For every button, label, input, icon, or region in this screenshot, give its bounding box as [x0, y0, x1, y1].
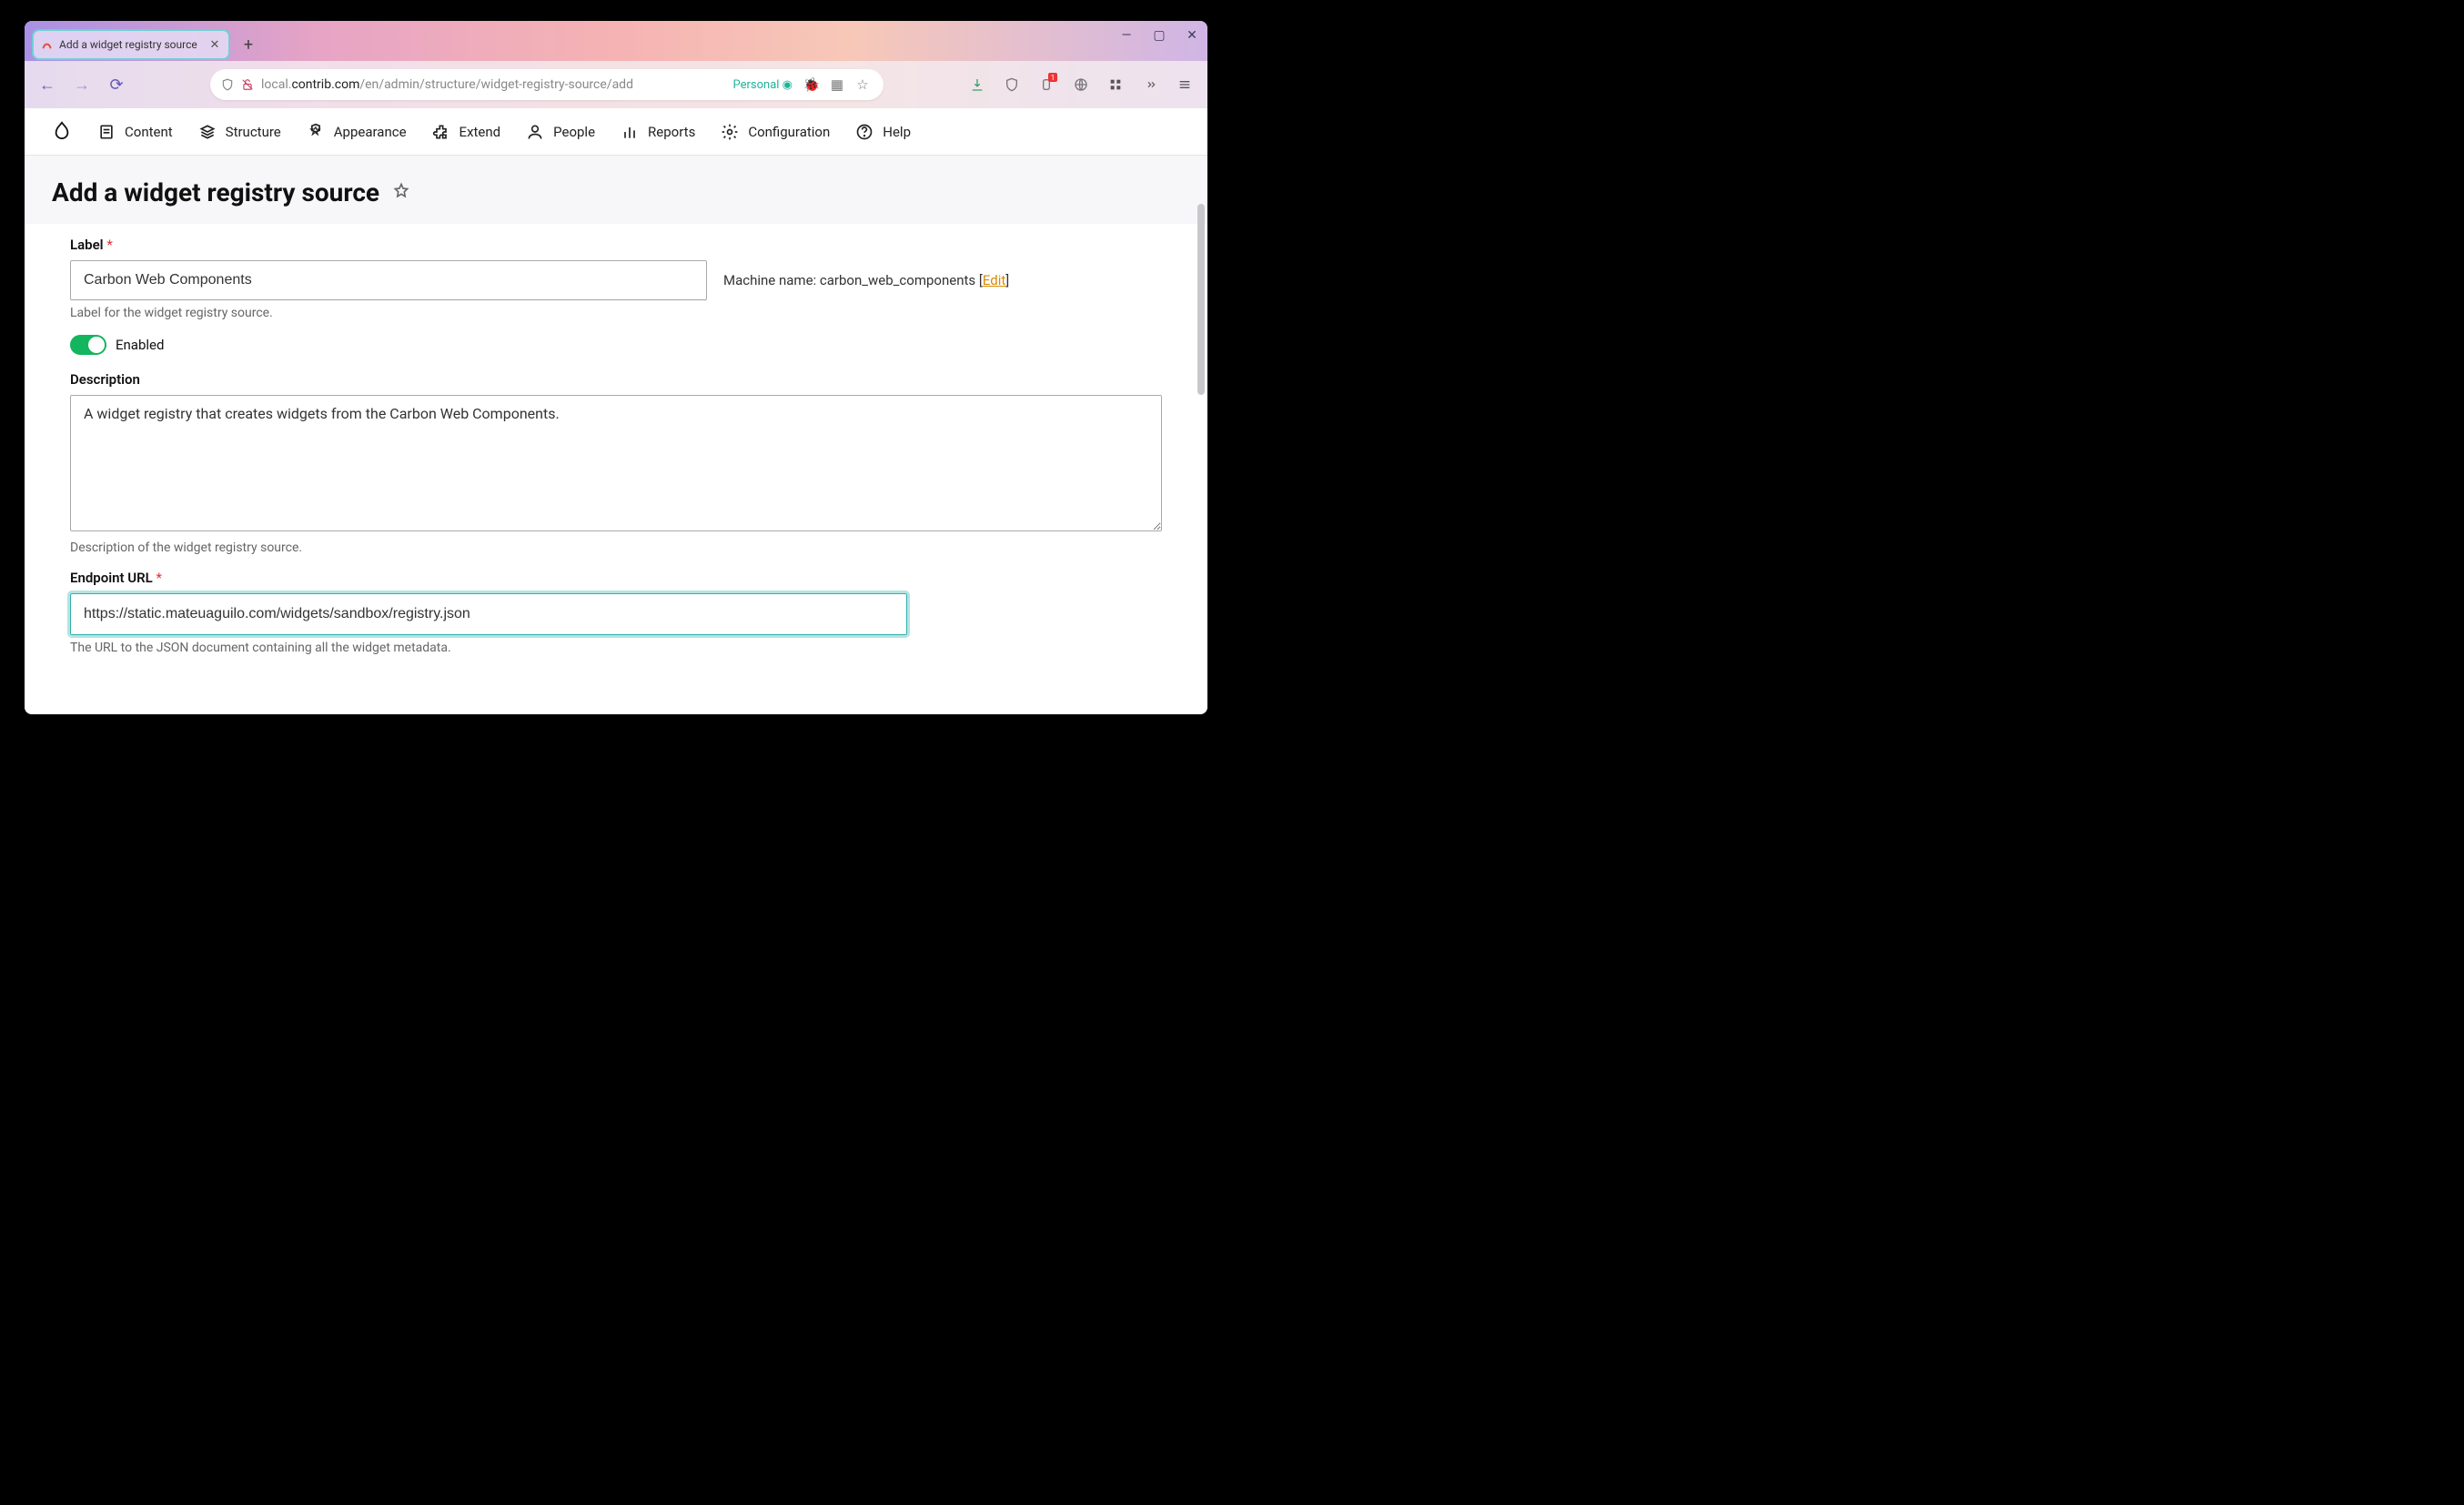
- notification-icon[interactable]: 1: [1033, 71, 1060, 98]
- nav-help[interactable]: Help: [855, 123, 911, 141]
- nav-label: Appearance: [334, 124, 407, 140]
- tab-title: Add a widget registry source: [59, 38, 203, 51]
- nav-label: Extend: [459, 124, 501, 140]
- bug-icon[interactable]: 🐞: [802, 76, 822, 93]
- forward-button[interactable]: →: [68, 71, 96, 98]
- page-content: Content Structure Appearance Extend Peop…: [25, 108, 1207, 714]
- description-label: Description: [70, 371, 1162, 388]
- tab-favicon-icon: [41, 38, 54, 51]
- label-input[interactable]: [70, 260, 707, 300]
- nav-people[interactable]: People: [526, 123, 595, 141]
- enabled-label: Enabled: [116, 337, 164, 353]
- maximize-icon[interactable]: ▢: [1151, 28, 1167, 43]
- field-label: Label * Machine name: carbon_web_compone…: [70, 237, 1162, 320]
- container-label[interactable]: Personal ◉: [729, 78, 796, 92]
- machine-name-display: Machine name: carbon_web_components [Edi…: [723, 272, 1009, 288]
- reload-button[interactable]: ⟳: [103, 71, 130, 98]
- field-endpoint: Endpoint URL * The URL to the JSON docum…: [70, 570, 1162, 655]
- form-area: Label * Machine name: carbon_web_compone…: [25, 224, 1207, 688]
- drupal-logo-icon[interactable]: [52, 120, 72, 144]
- adblock-icon[interactable]: [998, 71, 1025, 98]
- browser-tab[interactable]: Add a widget registry source ✕: [32, 29, 230, 60]
- minimize-icon[interactable]: —: [1118, 28, 1135, 43]
- new-tab-button[interactable]: +: [236, 32, 261, 57]
- label-label: Label *: [70, 237, 1162, 253]
- overflow-icon[interactable]: [1136, 71, 1164, 98]
- nav-configuration[interactable]: Configuration: [721, 123, 830, 141]
- nav-content[interactable]: Content: [97, 123, 173, 141]
- menu-icon[interactable]: [1171, 71, 1198, 98]
- tab-bar: Add a widget registry source ✕ +: [25, 21, 1207, 61]
- globe-icon[interactable]: [1067, 71, 1095, 98]
- nav-appearance[interactable]: Appearance: [307, 123, 407, 141]
- close-window-icon[interactable]: ✕: [1184, 28, 1200, 43]
- label-help-text: Label for the widget registry source.: [70, 306, 1162, 320]
- qr-icon[interactable]: ▦: [827, 76, 847, 93]
- browser-toolbar: ← → ⟳ local.contrib.com/en/admin/structu…: [25, 61, 1207, 108]
- nav-label: Help: [883, 124, 911, 140]
- admin-nav-bar: Content Structure Appearance Extend Peop…: [25, 108, 1207, 156]
- notification-badge: 1: [1048, 73, 1057, 82]
- browser-window: Add a widget registry source ✕ + — ▢ ✕ ←…: [25, 21, 1207, 714]
- endpoint-label: Endpoint URL *: [70, 570, 1162, 586]
- insecure-icon[interactable]: [241, 78, 254, 91]
- nav-label: Configuration: [748, 124, 830, 140]
- window-controls: — ▢ ✕: [1118, 28, 1200, 43]
- machine-name-edit-link[interactable]: Edit: [983, 272, 1005, 288]
- endpoint-url-input[interactable]: [70, 593, 907, 635]
- nav-extend[interactable]: Extend: [432, 123, 501, 141]
- nav-label: Structure: [226, 124, 281, 140]
- enabled-toggle[interactable]: [70, 335, 106, 355]
- shield-icon[interactable]: [221, 78, 234, 91]
- toggle-knob: [88, 337, 105, 353]
- url-text: local.contrib.com/en/admin/structure/wid…: [261, 77, 722, 92]
- nav-label: Reports: [648, 124, 695, 140]
- url-bar[interactable]: local.contrib.com/en/admin/structure/wid…: [210, 69, 884, 100]
- nav-label: People: [553, 124, 595, 140]
- field-description: Description A widget registry that creat…: [70, 371, 1162, 555]
- endpoint-help-text: The URL to the JSON document containing …: [70, 641, 1162, 655]
- nav-label: Content: [125, 124, 173, 140]
- description-help-text: Description of the widget registry sourc…: [70, 540, 1162, 555]
- download-icon[interactable]: [964, 71, 991, 98]
- field-enabled: Enabled: [70, 335, 1162, 355]
- nav-structure[interactable]: Structure: [198, 123, 281, 141]
- favorite-star-icon[interactable]: [392, 182, 410, 204]
- nav-reports[interactable]: Reports: [621, 123, 695, 141]
- tab-close-icon[interactable]: ✕: [208, 38, 221, 51]
- bookmark-star-icon[interactable]: ☆: [853, 76, 873, 93]
- vertical-scrollbar[interactable]: [1197, 204, 1205, 395]
- page-header: Add a widget registry source: [25, 156, 1207, 224]
- description-textarea[interactable]: A widget registry that creates widgets f…: [70, 395, 1162, 531]
- back-button[interactable]: ←: [34, 71, 61, 98]
- page-title: Add a widget registry source: [52, 177, 379, 207]
- apps-icon[interactable]: [1102, 71, 1129, 98]
